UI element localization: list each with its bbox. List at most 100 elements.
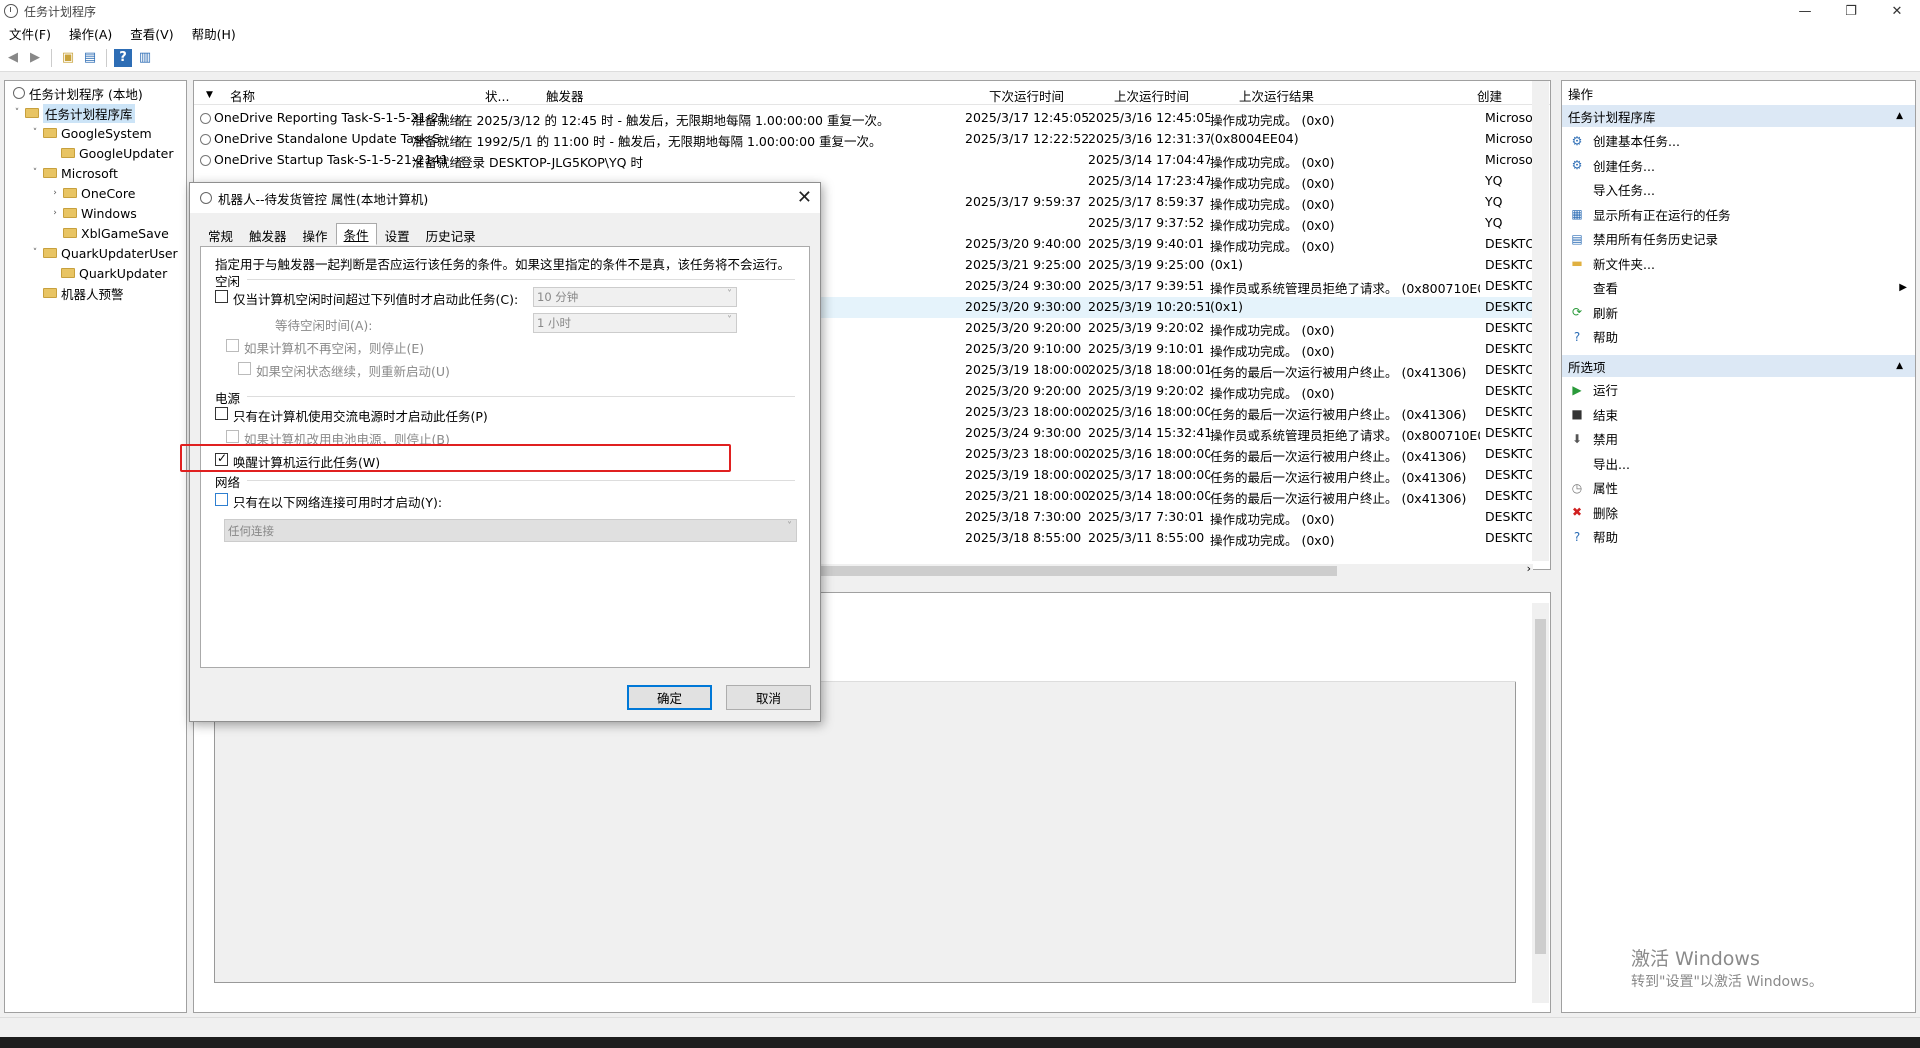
- selected-item-action[interactable]: ? 帮助: [1562, 525, 1915, 548]
- cell-last: 2025/3/19 9:10:01: [1088, 341, 1205, 356]
- wait-duration-select[interactable]: 1 小时 ˅: [533, 313, 737, 333]
- menu-view[interactable]: 查看(V): [121, 24, 182, 43]
- tree-node-microsoft[interactable]: ˅ Microsoft: [29, 163, 118, 183]
- col-name[interactable]: 名称: [230, 85, 255, 105]
- forward-icon[interactable]: ▶: [26, 49, 44, 67]
- help-icon[interactable]: ?: [114, 48, 132, 67]
- close-button[interactable]: ✕: [1874, 0, 1920, 22]
- action-item[interactable]: ▬ 新文件夹...: [1562, 252, 1915, 275]
- tab-general[interactable]: 常规: [200, 225, 241, 245]
- tab-triggers[interactable]: 触发器: [241, 225, 295, 245]
- tree-node-library[interactable]: ˅ 任务计划程序库: [11, 103, 135, 123]
- selected-item-action[interactable]: ✖ 删除: [1562, 501, 1915, 524]
- dialog-close-icon[interactable]: ✕: [797, 187, 812, 208]
- list-vertical-scrollbar[interactable]: [1532, 81, 1549, 561]
- import-icon: [1569, 182, 1585, 198]
- menu-help[interactable]: 帮助(H): [183, 24, 245, 43]
- task-clock-icon: [200, 134, 211, 145]
- menu-file[interactable]: 文件(F): [0, 24, 60, 43]
- selected-item-action[interactable]: ■ 结束: [1562, 403, 1915, 426]
- selected-item-action[interactable]: ⬇ 禁用: [1562, 427, 1915, 450]
- stop-battery-checkbox[interactable]: [226, 430, 239, 443]
- maximize-button[interactable]: ❐: [1828, 0, 1874, 22]
- tree-node-root[interactable]: 任务计划程序 (本地): [9, 83, 143, 103]
- selected-item-action[interactable]: 导出...: [1562, 452, 1915, 475]
- chevron-right-icon[interactable]: ›: [49, 188, 61, 198]
- col-author[interactable]: 创建: [1477, 85, 1502, 105]
- show-hide-tree-icon[interactable]: ▤: [81, 49, 99, 67]
- help-icon: ?: [1573, 329, 1581, 344]
- action-label: 帮助: [1593, 330, 1619, 345]
- selected-item-action[interactable]: ▶ 运行: [1562, 378, 1915, 401]
- tree-node-googleupdater[interactable]: GoogleUpdater: [59, 143, 174, 163]
- menu-action[interactable]: 操作(A): [60, 24, 121, 43]
- activation-title: 激活 Windows: [1631, 948, 1760, 970]
- action-item[interactable]: ? 帮助: [1562, 325, 1915, 348]
- chevron-down-icon[interactable]: ˅: [29, 168, 41, 178]
- action-item[interactable]: ⚙ 创建基本任务...: [1562, 129, 1915, 152]
- action-item[interactable]: ⚙ 创建任务...: [1562, 154, 1915, 177]
- idle-checkbox[interactable]: [215, 290, 228, 303]
- col-next-run[interactable]: 下次运行时间: [989, 85, 1064, 105]
- table-row[interactable]: OneDrive Reporting Task-S-1-5-21-21... 准备…: [194, 108, 1544, 129]
- col-status[interactable]: 状...: [485, 85, 509, 105]
- new-folder-icon: ▬: [1571, 256, 1583, 270]
- col-trigger[interactable]: 触发器: [546, 85, 584, 105]
- action-item[interactable]: ▦ 显示所有正在运行的任务: [1562, 203, 1915, 226]
- col-last-result[interactable]: 上次运行结果: [1239, 85, 1314, 105]
- collapse-icon[interactable]: ▲: [1896, 111, 1903, 121]
- action-pane-icon[interactable]: ▥: [136, 49, 154, 67]
- chevron-down-icon[interactable]: ˅: [29, 128, 41, 138]
- tab-conditions[interactable]: 条件: [335, 223, 377, 245]
- ac-power-checkbox[interactable]: [215, 407, 228, 420]
- cell-result: 操作成功完成。 (0x0): [1210, 218, 1335, 233]
- highlight-box: [180, 444, 731, 472]
- chevron-right-icon[interactable]: ›: [49, 208, 61, 218]
- tab-history[interactable]: 历史记录: [418, 225, 484, 245]
- col-last-run[interactable]: 上次运行时间: [1114, 85, 1189, 105]
- tree-node-quarkupdater[interactable]: QuarkUpdater: [59, 263, 167, 283]
- action-item[interactable]: 查看 ▶: [1562, 276, 1915, 299]
- section-library[interactable]: 任务计划程序库 ▲: [1562, 105, 1915, 127]
- table-row[interactable]: OneDrive Standalone Update Task-S-... 准备就…: [194, 129, 1544, 150]
- folder-up-icon[interactable]: ▣: [59, 49, 77, 67]
- cell-result: 操作成功完成。 (0x0): [1210, 533, 1335, 548]
- cell-result: 操作成功完成。 (0x0): [1210, 239, 1335, 254]
- folder-icon: [43, 128, 57, 138]
- back-icon[interactable]: ◀: [4, 49, 22, 67]
- cell-next: 2025/3/20 9:10:00: [965, 341, 1082, 356]
- cell-result: 操作成功完成。 (0x0): [1210, 113, 1335, 128]
- minimize-button[interactable]: —: [1782, 0, 1828, 22]
- tree-node-robot-alert[interactable]: 机器人预警: [41, 283, 124, 303]
- restart-idle-checkbox[interactable]: [238, 362, 251, 375]
- idle-duration-select[interactable]: 10 分钟 ˅: [533, 287, 737, 307]
- table-row[interactable]: OneDrive Startup Task-S-1-5-21-2141... 准备…: [194, 150, 1544, 171]
- ok-button[interactable]: 确定: [627, 685, 712, 710]
- view-icon: [1569, 280, 1585, 296]
- dialog-tabs: 常规 触发器 操作 条件 设置 历史记录: [200, 223, 484, 247]
- help-icon: ?: [1573, 529, 1581, 544]
- tree-node-xblgamesave[interactable]: XblGameSave: [61, 223, 169, 243]
- stop-not-idle-checkbox[interactable]: [226, 339, 239, 352]
- action-item[interactable]: 导入任务...: [1562, 178, 1915, 201]
- tab-settings[interactable]: 设置: [377, 225, 418, 245]
- action-item[interactable]: ▤ 禁用所有任务历史记录: [1562, 227, 1915, 250]
- tree-node-onecore[interactable]: › OneCore: [49, 183, 135, 203]
- collapse-icon[interactable]: ▲: [1896, 361, 1903, 371]
- tab-actions[interactable]: 操作: [295, 225, 336, 245]
- action-item[interactable]: ⟳ 刷新: [1562, 301, 1915, 324]
- chevron-down-icon[interactable]: ˅: [29, 248, 41, 258]
- cancel-button[interactable]: 取消: [726, 685, 811, 710]
- idle-label: 仅当计算机空闲时间超过下列值时才启动此任务(C):: [233, 292, 519, 307]
- chevron-down-icon[interactable]: ˅: [11, 108, 23, 118]
- selected-item-action[interactable]: ◷ 属性: [1562, 476, 1915, 499]
- section-selected[interactable]: 所选项 ▲: [1562, 355, 1915, 377]
- detail-vertical-scrollbar[interactable]: [1532, 603, 1549, 1003]
- network-select[interactable]: 任何连接 ˅: [224, 519, 797, 542]
- tree-node-quarkupdateruser[interactable]: ˅ QuarkUpdaterUser: [29, 243, 178, 263]
- tree-node-windows[interactable]: › Windows: [49, 203, 137, 223]
- network-checkbox[interactable]: [215, 493, 228, 506]
- tree-node-googlesystem[interactable]: ˅ GoogleSystem: [29, 123, 152, 143]
- cell-trigger: 在 2025/3/12 的 12:45 时 - 触发后，无限期地每隔 1.00:…: [460, 113, 890, 128]
- refresh-icon: ⟳: [1571, 305, 1583, 319]
